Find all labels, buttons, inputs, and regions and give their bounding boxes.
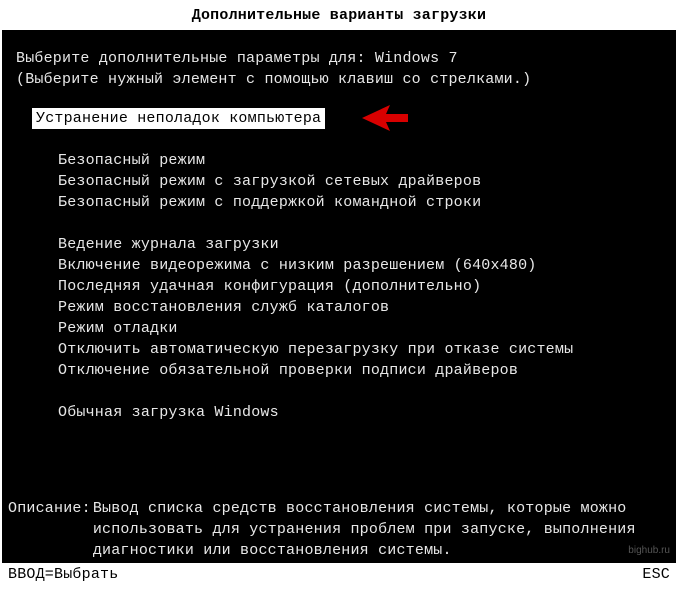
body-area: Выберите дополнительные параметры для: W…: [2, 30, 676, 423]
description-label: Описание:: [8, 498, 91, 519]
menu-item-label: Отключение обязательной проверки подписи…: [54, 360, 522, 381]
menu-item-label: Последняя удачная конфигурация (дополнит…: [54, 276, 485, 297]
menu-item-repair[interactable]: Устранение неполадок компьютера: [32, 108, 662, 129]
menu-item-boot-logging[interactable]: Ведение журнала загрузки: [54, 234, 662, 255]
menu-item-label: Режим отладки: [54, 318, 182, 339]
header-bar: Дополнительные варианты загрузки: [2, 2, 676, 30]
boot-options-screen: Дополнительные варианты загрузки Выберит…: [2, 2, 676, 587]
pointer-arrow-icon: [362, 103, 408, 133]
footer-esc-hint: ESC: [642, 563, 670, 587]
description-section: Описание: Вывод списка средств восстанов…: [2, 498, 676, 587]
footer-enter-hint: ВВОД=Выбрать: [8, 563, 118, 587]
menu-item-last-known-good[interactable]: Последняя удачная конфигурация (дополнит…: [54, 276, 662, 297]
menu-item-label: Режим восстановления служб каталогов: [54, 297, 393, 318]
menu-item-label: Устранение неполадок компьютера: [32, 108, 325, 129]
menu-item-safe-mode-net[interactable]: Безопасный режим с загрузкой сетевых дра…: [54, 171, 662, 192]
menu-item-label: Безопасный режим с поддержкой командной …: [54, 192, 485, 213]
menu-item-safe-mode-cmd[interactable]: Безопасный режим с поддержкой командной …: [54, 192, 662, 213]
description-row: Описание: Вывод списка средств восстанов…: [2, 498, 676, 563]
menu-item-label: Ведение журнала загрузки: [54, 234, 283, 255]
footer-bar: ВВОД=Выбрать ESC: [2, 563, 676, 587]
menu-item-debug[interactable]: Режим отладки: [54, 318, 662, 339]
menu-item-no-autorestart[interactable]: Отключить автоматическую перезагрузку пр…: [54, 339, 662, 360]
menu-item-no-driver-sig[interactable]: Отключение обязательной проверки подписи…: [54, 360, 662, 381]
header-title: Дополнительные варианты загрузки: [192, 7, 486, 24]
menu-item-label: Безопасный режим с загрузкой сетевых дра…: [54, 171, 485, 192]
menu-item-ds-restore[interactable]: Режим восстановления служб каталогов: [54, 297, 662, 318]
menu-item-low-res[interactable]: Включение видеорежима с низким разрешени…: [54, 255, 662, 276]
prompt-line: Выберите дополнительные параметры для: W…: [16, 48, 662, 69]
instruction-line: (Выберите нужный элемент с помощью клави…: [16, 69, 662, 90]
description-text: Вывод списка средств восстановления сист…: [91, 498, 670, 561]
menu-item-label: Отключить автоматическую перезагрузку пр…: [54, 339, 577, 360]
boot-menu[interactable]: Устранение неполадок компьютера Безопасн…: [16, 108, 662, 423]
menu-item-start-normal[interactable]: Обычная загрузка Windows: [54, 402, 662, 423]
watermark: bighub.ru: [628, 540, 670, 561]
menu-item-label: Обычная загрузка Windows: [54, 402, 283, 423]
menu-item-label: Включение видеорежима с низким разрешени…: [54, 255, 540, 276]
menu-item-label: Безопасный режим: [54, 150, 209, 171]
menu-item-safe-mode[interactable]: Безопасный режим: [54, 150, 662, 171]
